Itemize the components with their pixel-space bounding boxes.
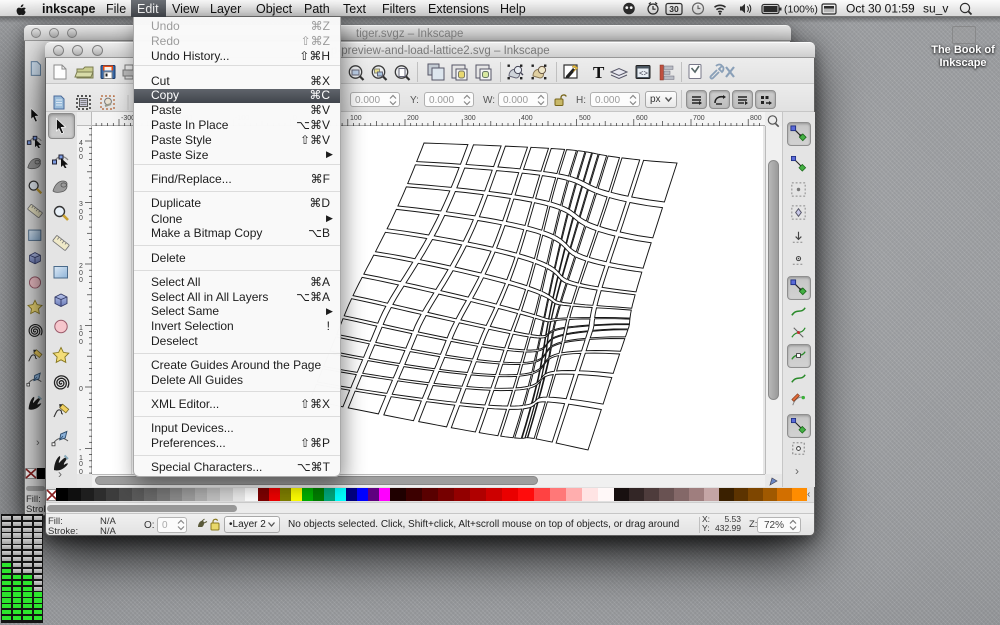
svg-text:0: 0 <box>79 154 83 161</box>
svg-text:2: 2 <box>79 263 83 270</box>
svg-text:-: - <box>79 447 82 454</box>
svg-text:4: 4 <box>79 140 83 147</box>
svg-text:0: 0 <box>79 469 83 474</box>
svg-text:T: T <box>593 63 605 82</box>
svg-text:su_v: su_v <box>923 2 948 16</box>
svg-text:Oct 30 01:59: Oct 30 01:59 <box>846 2 915 16</box>
svg-text:100: 100 <box>350 115 362 122</box>
svg-text:<>: <> <box>639 71 649 79</box>
svg-text:500: 500 <box>579 115 591 122</box>
svg-text:0: 0 <box>79 339 83 346</box>
svg-text:400: 400 <box>521 115 533 122</box>
svg-text:0: 0 <box>79 277 83 284</box>
svg-text:0: 0 <box>79 215 83 222</box>
svg-text:0: 0 <box>79 461 83 468</box>
svg-text:800: 800 <box>750 115 762 122</box>
svg-text:700: 700 <box>693 115 705 122</box>
svg-text:600: 600 <box>636 115 648 122</box>
svg-text:0: 0 <box>79 270 83 277</box>
svg-text:0: 0 <box>79 147 83 154</box>
svg-text:0: 0 <box>79 386 83 393</box>
svg-text:(100%): (100%) <box>784 4 818 16</box>
svg-text:3: 3 <box>79 201 83 208</box>
svg-text:300: 300 <box>464 115 476 122</box>
svg-text:200: 200 <box>407 115 419 122</box>
svg-text:30: 30 <box>669 4 679 14</box>
svg-text:0: 0 <box>79 331 83 338</box>
